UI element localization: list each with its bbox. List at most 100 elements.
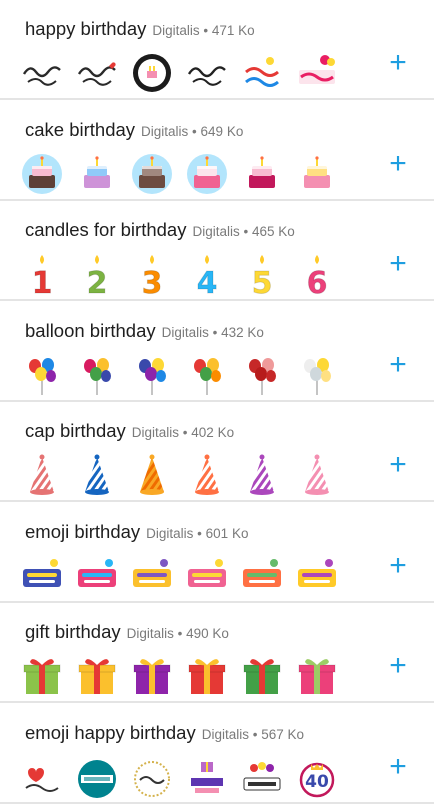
balloon-bunch-2-sticker bbox=[75, 354, 119, 396]
blue-party-hat-sticker bbox=[75, 454, 119, 496]
candle-4-sticker: 4 bbox=[185, 253, 229, 295]
svg-text:6: 6 bbox=[307, 266, 328, 295]
svg-text:3: 3 bbox=[142, 266, 163, 295]
balloon-bunch-4-sticker bbox=[185, 354, 229, 396]
svg-text:40: 40 bbox=[305, 772, 329, 792]
candle-1-sticker: 1 bbox=[20, 253, 64, 295]
happy-birthday-hearts-sticker bbox=[20, 758, 64, 800]
40-birthday-wreath-sticker: 40 bbox=[295, 758, 339, 800]
purple-party-hat-sticker bbox=[240, 454, 284, 496]
layered-cake-sticker bbox=[75, 153, 119, 195]
pack-name: cap birthday bbox=[25, 420, 126, 441]
pack-title: emoji happy birthday Digitalis • 567 Ko bbox=[25, 722, 304, 744]
pack-title: balloon birthday Digitalis • 432 Ko bbox=[25, 320, 264, 342]
happy-birthday-gift-sticker bbox=[185, 758, 229, 800]
pack-name: candles for birthday bbox=[25, 219, 187, 240]
round-birthday-badge-sticker bbox=[130, 52, 174, 94]
sticker-pack-row[interactable]: balloon birthday Digitalis • 432 Ko + bbox=[0, 302, 434, 402]
sticker-pack-row[interactable]: emoji birthday Digitalis • 601 Ko + bbox=[0, 503, 434, 603]
happy-birthday-balloons-sticker bbox=[240, 758, 284, 800]
striped-party-hat-sticker bbox=[20, 454, 64, 496]
add-pack-plus-icon[interactable]: + bbox=[386, 751, 410, 781]
pack-meta: Digitalis • 601 Ko bbox=[146, 525, 249, 541]
add-pack-plus-icon[interactable]: + bbox=[386, 651, 410, 681]
balloon-bunch-1-sticker bbox=[20, 354, 64, 396]
sticker-pack-row[interactable]: candles for birthday Digitalis • 465 Ko 1… bbox=[0, 201, 434, 301]
tall-cake-sticker bbox=[295, 153, 339, 195]
colorful-happy-birthday-sticker bbox=[240, 52, 284, 94]
pack-title: happy birthday Digitalis • 471 Ko bbox=[25, 18, 255, 40]
purple-gift-sticker bbox=[130, 655, 174, 697]
pack-title: cap birthday Digitalis • 402 Ko bbox=[25, 420, 234, 442]
lets-party-yay-sticker bbox=[185, 555, 229, 597]
birthday-party-sticker bbox=[240, 555, 284, 597]
pack-meta: Digitalis • 432 Ko bbox=[161, 324, 264, 340]
birthday-wreath-sticker bbox=[130, 758, 174, 800]
pack-name: emoji happy birthday bbox=[25, 721, 196, 743]
sticker-pack-row[interactable]: emoji happy birthday Digitalis • 567 Ko 4… bbox=[0, 704, 434, 804]
pink-gift-sticker bbox=[295, 655, 339, 697]
script-birthday-dark-sticker bbox=[185, 52, 229, 94]
balloon-bunch-5-sticker bbox=[240, 354, 284, 396]
green-gift-sticker bbox=[20, 655, 64, 697]
sticker-pack-row[interactable]: gift birthday Digitalis • 490 Ko + bbox=[0, 603, 434, 703]
script-birthday-heart-sticker bbox=[75, 52, 119, 94]
its-your-birthday-sticker bbox=[130, 555, 174, 597]
sticker-pack-row[interactable]: happy birthday Digitalis • 471 Ko + bbox=[0, 0, 434, 100]
pack-meta: Digitalis • 649 Ko bbox=[141, 123, 244, 139]
pink-party-hat-sticker bbox=[295, 454, 339, 496]
pack-title: cake birthday Digitalis • 649 Ko bbox=[25, 119, 243, 141]
add-pack-plus-icon[interactable]: + bbox=[386, 349, 410, 379]
chocolate-cake-sticker bbox=[20, 153, 64, 195]
green-red-gift-sticker bbox=[240, 655, 284, 697]
pack-meta: Digitalis • 471 Ko bbox=[152, 23, 255, 38]
pack-name: emoji birthday bbox=[25, 520, 141, 542]
pack-meta: Digitalis • 490 Ko bbox=[126, 626, 229, 641]
candle-6-sticker: 6 bbox=[295, 253, 339, 295]
add-pack-plus-icon[interactable]: + bbox=[386, 249, 410, 279]
pack-title: candles for birthday Digitalis • 465 Ko bbox=[25, 219, 295, 241]
yellow-party-hat-sticker bbox=[130, 454, 174, 496]
pack-name: cake birthday bbox=[25, 118, 136, 140]
red-gift-sticker bbox=[185, 655, 229, 697]
add-pack-plus-icon[interactable]: + bbox=[386, 48, 410, 78]
sticker-thumbnails: 1 2 3 4 5 6 bbox=[20, 253, 350, 295]
balloons-birthday-banner-sticker bbox=[295, 52, 339, 94]
candle-3-sticker: 3 bbox=[130, 253, 174, 295]
sticker-thumbnails bbox=[20, 454, 350, 496]
balloon-bunch-6-sticker bbox=[295, 354, 339, 396]
add-pack-plus-icon[interactable]: + bbox=[386, 450, 410, 480]
pack-meta: Digitalis • 465 Ko bbox=[192, 224, 295, 239]
magenta-candles-cake-sticker bbox=[240, 153, 284, 195]
sticker-pack-row[interactable]: cap birthday Digitalis • 402 Ko + bbox=[0, 402, 434, 502]
chocolate-candles-cake-sticker bbox=[130, 153, 174, 195]
sticker-thumbnails bbox=[20, 555, 350, 597]
pink-cake-sticker bbox=[185, 153, 229, 195]
orange-party-hat-sticker bbox=[185, 454, 229, 496]
pack-name: balloon birthday bbox=[25, 319, 156, 341]
pack-title: gift birthday Digitalis • 490 Ko bbox=[25, 621, 229, 643]
sticker-thumbnails: 40 bbox=[20, 758, 350, 800]
pack-title: emoji birthday Digitalis • 601 Ko bbox=[25, 521, 248, 543]
svg-text:2: 2 bbox=[87, 266, 108, 295]
happy-b-day-sticker bbox=[295, 555, 339, 597]
sticker-thumbnails bbox=[20, 354, 350, 396]
pack-meta: Digitalis • 567 Ko bbox=[201, 726, 304, 742]
sticker-thumbnails bbox=[20, 153, 350, 195]
pack-name: gift birthday bbox=[25, 621, 121, 642]
teal-birthday-badge-sticker bbox=[75, 758, 119, 800]
sticker-pack-row[interactable]: cake birthday Digitalis • 649 Ko + bbox=[0, 101, 434, 201]
candle-2-sticker: 2 bbox=[75, 253, 119, 295]
pack-name: happy birthday bbox=[25, 18, 147, 39]
svg-text:4: 4 bbox=[197, 266, 218, 295]
add-pack-plus-icon[interactable]: + bbox=[386, 550, 410, 580]
sticker-thumbnails bbox=[20, 52, 350, 94]
happy-birthday-banner-sticker bbox=[20, 555, 64, 597]
svg-text:5: 5 bbox=[252, 266, 273, 295]
orange-gift-sticker bbox=[75, 655, 119, 697]
sticker-thumbnails bbox=[20, 655, 350, 697]
balloon-bunch-3-sticker bbox=[130, 354, 174, 396]
add-pack-plus-icon[interactable]: + bbox=[386, 148, 410, 178]
enjoy-your-day-sticker bbox=[75, 555, 119, 597]
pack-meta: Digitalis • 402 Ko bbox=[131, 425, 235, 440]
